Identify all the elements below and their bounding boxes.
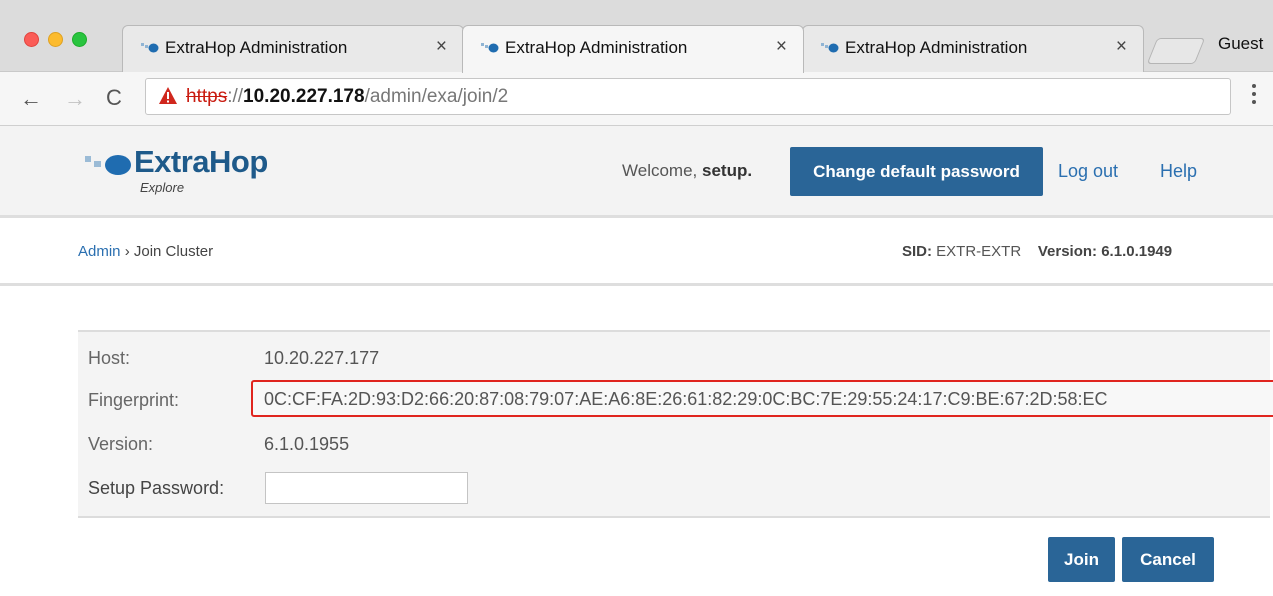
- help-link[interactable]: Help: [1160, 161, 1197, 182]
- url-host: 10.20.227.178: [243, 86, 365, 107]
- version-row: Version: 6.1.0.1955: [88, 430, 1268, 460]
- extrahop-logo-icon: [85, 155, 131, 175]
- breadcrumb: Admin › Join Cluster: [78, 243, 213, 260]
- setup-password-input[interactable]: [265, 472, 468, 504]
- browser-toolbar: ← → C https://10.20.227.178/admin/exa/jo…: [0, 72, 1273, 126]
- version-label: Version:: [1037, 243, 1098, 260]
- url-separator: ://: [227, 86, 244, 107]
- breadcrumb-separator: ›: [120, 243, 134, 260]
- tab-close-icon[interactable]: ×: [776, 36, 787, 58]
- url-text: https://10.20.227.178/admin/exa/join/2: [186, 86, 508, 108]
- browser-menu-icon[interactable]: [1252, 84, 1256, 108]
- sid-label: SID:: [902, 243, 932, 260]
- join-button[interactable]: Join: [1048, 537, 1115, 582]
- change-password-button[interactable]: Change default password: [790, 147, 1043, 196]
- breadcrumb-current: Join Cluster: [133, 243, 214, 260]
- brand-subtitle: Explore: [140, 180, 185, 195]
- fingerprint-label: Fingerprint:: [88, 390, 180, 410]
- new-tab-button[interactable]: [1146, 38, 1206, 64]
- url-scheme: https: [186, 86, 228, 107]
- breadcrumb-admin-link[interactable]: Admin: [78, 243, 121, 260]
- welcome-user: setup.: [702, 161, 753, 180]
- brand-name: ExtraHop: [134, 144, 268, 179]
- system-info: SID: EXTR-EXTR Version: 6.1.0.1949: [902, 243, 1172, 260]
- sid-value: EXTR-EXTR: [936, 243, 1022, 260]
- breadcrumb-bar: Admin › Join Cluster SID: EXTR-EXTR Vers…: [0, 221, 1273, 286]
- tab-title: ExtraHop Administration: [505, 38, 688, 57]
- extrahop-favicon-icon: [821, 43, 839, 53]
- extrahop-favicon-icon: [481, 43, 499, 53]
- reload-icon[interactable]: C: [106, 85, 122, 111]
- remote-version-value: 6.1.0.1955: [264, 434, 350, 454]
- welcome-message: Welcome, setup.: [622, 161, 752, 181]
- browser-tab-strip: ExtraHop Administration × ExtraHop Admin…: [0, 0, 1273, 73]
- tab-close-icon[interactable]: ×: [436, 36, 447, 58]
- logout-link[interactable]: Log out: [1058, 161, 1118, 182]
- cancel-button[interactable]: Cancel: [1122, 537, 1214, 582]
- remote-version-label: Version:: [88, 434, 154, 454]
- window-minimize-button[interactable]: [48, 32, 63, 47]
- browser-tab-3[interactable]: ExtraHop Administration ×: [802, 25, 1144, 72]
- tab-close-icon[interactable]: ×: [1116, 36, 1127, 58]
- browser-tab-2[interactable]: ExtraHop Administration ×: [462, 25, 804, 73]
- browser-tab-1[interactable]: ExtraHop Administration ×: [122, 25, 464, 72]
- tab-title: ExtraHop Administration: [165, 38, 348, 57]
- tab-title: ExtraHop Administration: [845, 38, 1028, 57]
- url-path: /admin/exa/join/2: [364, 86, 509, 107]
- app-header: ExtraHop Explore Welcome, setup. Change …: [0, 126, 1273, 218]
- host-row: Host: 10.20.227.177: [88, 344, 1268, 374]
- version-value: 6.1.0.1949: [1101, 243, 1173, 260]
- host-label: Host:: [88, 348, 131, 368]
- password-row: Setup Password:: [88, 472, 1268, 504]
- welcome-prefix: Welcome,: [622, 161, 702, 180]
- fingerprint-value: 0C:CF:FA:2D:93:D2:66:20:87:08:79:07:AE:A…: [264, 389, 1108, 409]
- address-bar[interactable]: https://10.20.227.178/admin/exa/join/2: [145, 78, 1231, 115]
- profile-label[interactable]: Guest: [1218, 34, 1263, 54]
- host-value: 10.20.227.177: [264, 348, 380, 368]
- security-warning-icon: [159, 87, 177, 104]
- fingerprint-row: Fingerprint: 0C:CF:FA:2D:93:D2:66:20:87:…: [88, 380, 1273, 417]
- fingerprint-highlight: 0C:CF:FA:2D:93:D2:66:20:87:08:79:07:AE:A…: [251, 380, 1273, 417]
- window-zoom-button[interactable]: [72, 32, 87, 47]
- back-arrow-icon[interactable]: ←: [20, 86, 42, 112]
- extrahop-favicon-icon: [141, 43, 159, 53]
- window-close-button[interactable]: [24, 32, 39, 47]
- forward-arrow-icon[interactable]: →: [64, 86, 86, 112]
- join-cluster-form: Host: 10.20.227.177 Fingerprint: 0C:CF:F…: [78, 330, 1273, 518]
- setup-password-label: Setup Password:: [88, 478, 225, 498]
